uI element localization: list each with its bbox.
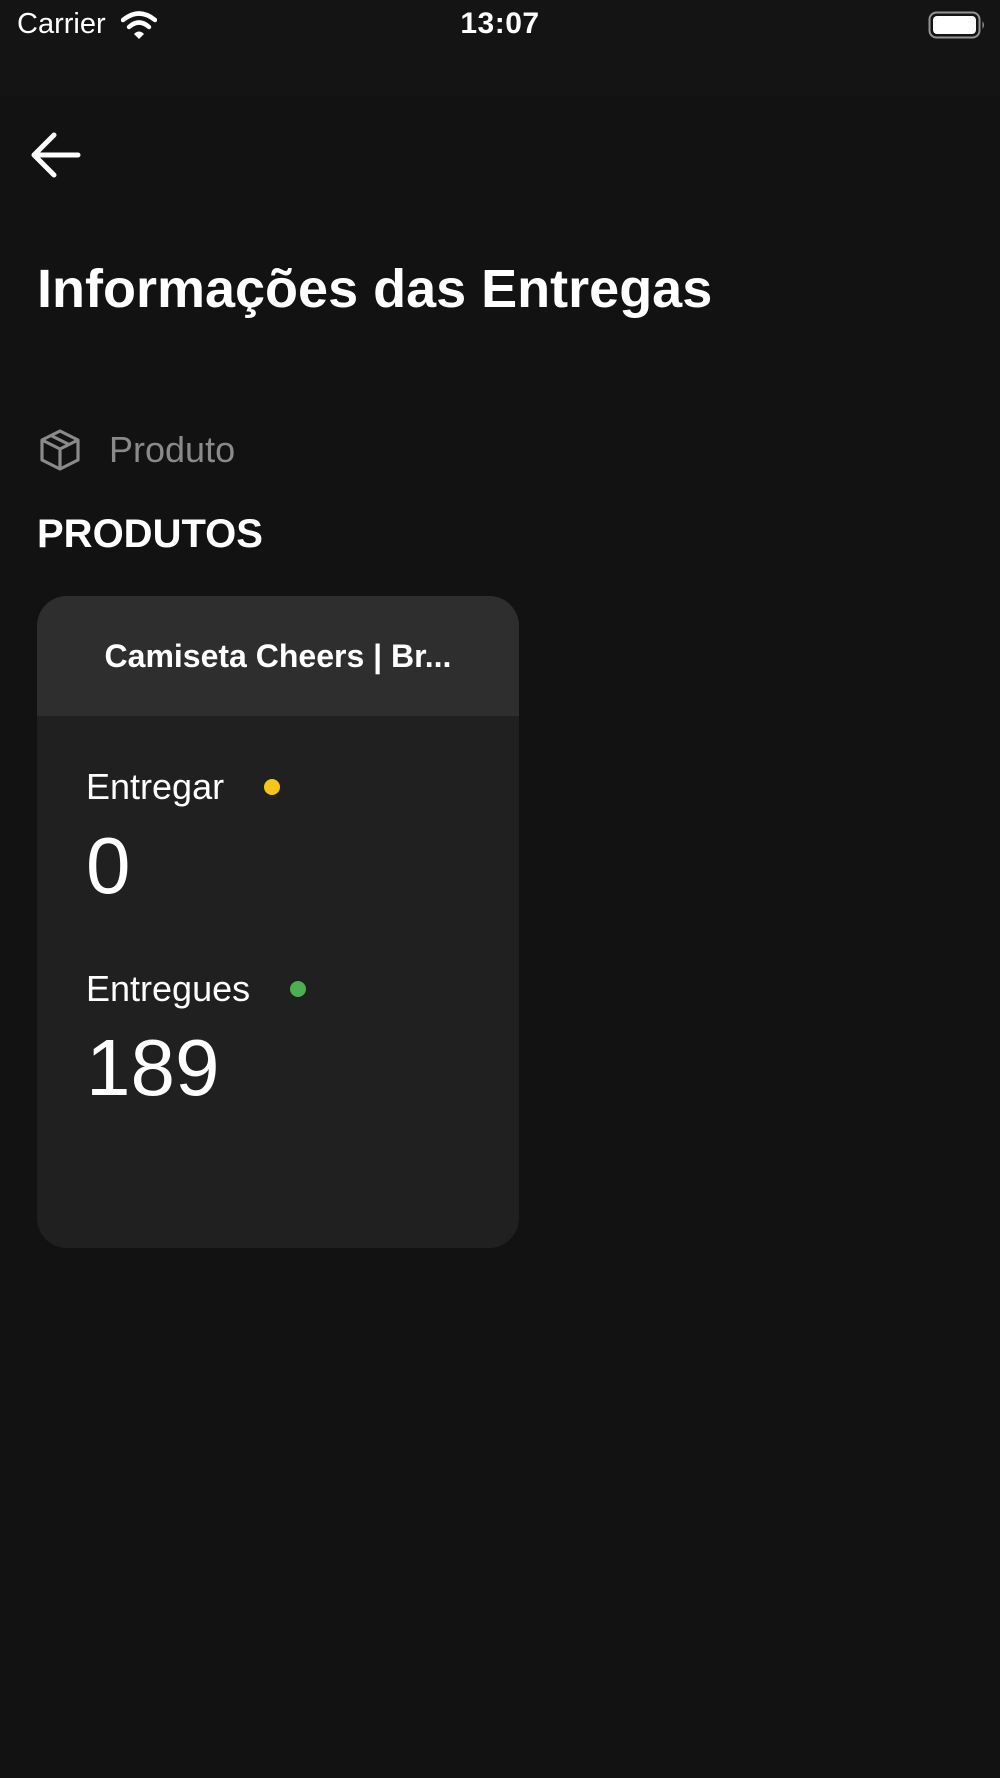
section-heading: PRODUTOS [37,512,263,556]
product-filter[interactable]: Produto [37,424,235,476]
delivered-label: Entregues [86,968,251,1009]
pending-count: 0 [86,821,131,910]
delivered-count: 189 [86,1023,220,1112]
card-header: Camiseta Cheers | Br... [37,596,519,716]
back-button[interactable] [28,126,88,186]
product-filter-label: Produto [109,429,236,470]
arrow-left-icon [31,132,81,178]
delivered-status-dot [290,981,307,997]
pending-status-dot [264,779,281,795]
status-bar: Carrier 13:07 [0,0,1000,96]
product-card[interactable]: Camiseta Cheers | Br... Entregar 0 Entre… [37,596,519,1248]
product-name: Camiseta Cheers | Br... [104,637,452,674]
delivered-stat: Entregues 189 [86,968,307,1112]
status-time: 13:07 [460,7,540,40]
battery-icon [928,11,984,39]
page-title: Informações das Entregas [37,259,713,319]
cube-icon [40,429,80,471]
pending-stat: Entregar 0 [86,766,281,910]
pending-label: Entregar [86,766,225,807]
